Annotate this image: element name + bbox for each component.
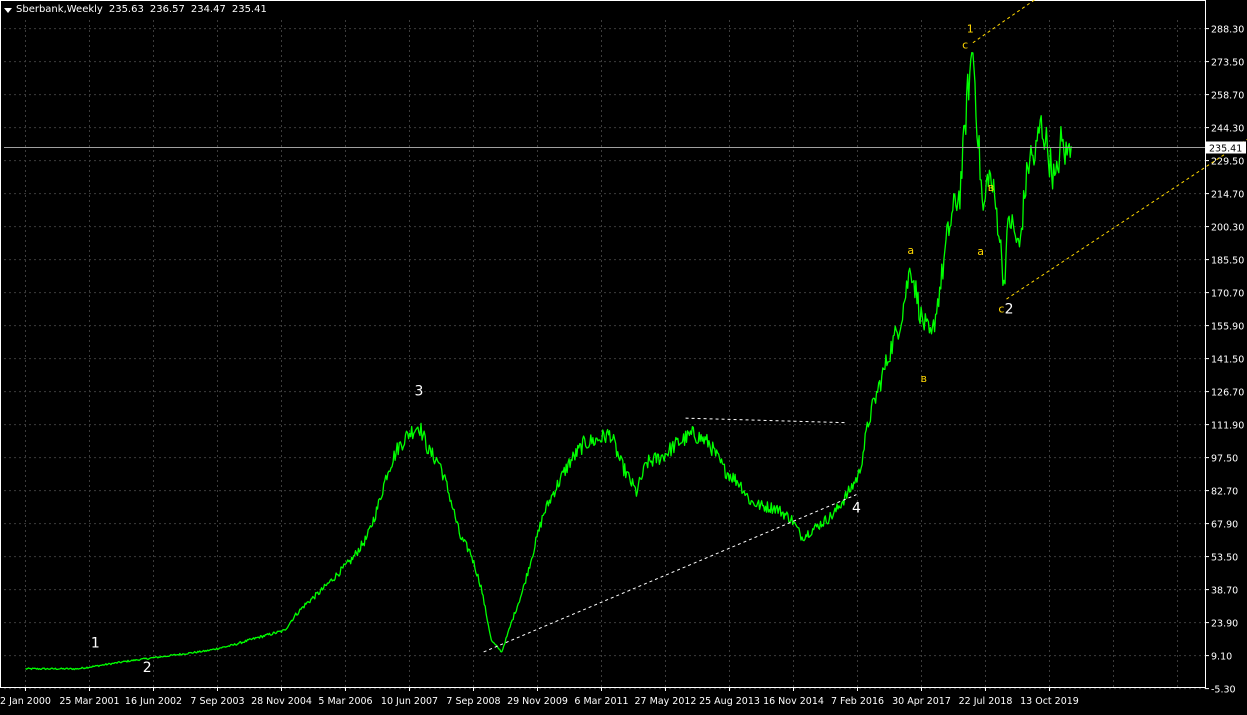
y-tick-label: 258.70 xyxy=(1211,91,1244,102)
wave-label: в xyxy=(920,372,926,385)
x-tick-label: 30 Apr 2017 xyxy=(892,696,951,707)
x-tick-label: 29 Nov 2009 xyxy=(507,696,568,707)
wave-label: 2 xyxy=(143,660,152,676)
y-tick-label: 244.30 xyxy=(1211,124,1244,135)
y-tick-label: 53.50 xyxy=(1211,553,1238,564)
y-tick-label: 214.70 xyxy=(1211,190,1244,201)
wave-label: c xyxy=(998,303,1004,316)
y-tick-label: 185.50 xyxy=(1211,256,1244,267)
open-value: 235.63 xyxy=(108,4,144,15)
x-tick-label: 7 Feb 2016 xyxy=(831,696,884,707)
x-tick-label: 13 Oct 2019 xyxy=(1020,696,1079,707)
x-tick-label: 10 Jun 2007 xyxy=(381,696,438,707)
x-tick-label: 25 Aug 2013 xyxy=(699,696,760,707)
wave-label: a xyxy=(977,245,984,258)
y-tick-label: 9.10 xyxy=(1211,652,1232,663)
y-tick-label: 111.90 xyxy=(1211,421,1244,432)
wave-label: в xyxy=(988,181,994,194)
x-tick-label: 16 Nov 2014 xyxy=(763,696,824,707)
symbol-timeframe: Sberbank,Weekly xyxy=(16,4,103,15)
y-tick-label: 273.50 xyxy=(1211,58,1244,69)
y-tick-label: 200.30 xyxy=(1211,223,1244,234)
x-tick-label: 27 May 2012 xyxy=(635,696,697,707)
y-tick-label: 38.70 xyxy=(1211,586,1238,597)
wave-label: 1 xyxy=(967,23,974,36)
wave-label: 2 xyxy=(1005,302,1014,318)
y-tick-label: 97.50 xyxy=(1211,454,1238,465)
y-tick-label: 23.90 xyxy=(1211,619,1238,630)
wave-label: 1 xyxy=(91,635,100,651)
wave-label: 3 xyxy=(414,384,423,400)
y-tick-label: -5.30 xyxy=(1211,685,1236,696)
y-tick-label: 170.70 xyxy=(1211,289,1244,300)
dropdown-triangle-icon[interactable] xyxy=(4,7,12,13)
wave-label: c xyxy=(962,38,968,51)
y-tick-label: 141.50 xyxy=(1211,355,1244,366)
x-tick-label: 22 Jul 2018 xyxy=(959,696,1013,707)
y-tick-label: 67.90 xyxy=(1211,520,1238,531)
y-tick-label: 82.70 xyxy=(1211,487,1238,498)
y-tick-label: 229.50 xyxy=(1211,157,1244,168)
x-tick-label: 7 Sep 2008 xyxy=(446,696,500,707)
chart-canvas[interactable]: 288.30 273.50 258.70 244.30 229.50 214.70 200.… xyxy=(0,0,1247,711)
chart-header: Sberbank,Weekly 235.63 236.57 234.47 235… xyxy=(4,3,267,17)
wave-label: 4 xyxy=(852,501,861,517)
wave-label: a xyxy=(907,244,914,257)
y-tick-label: 288.30 xyxy=(1211,25,1244,36)
y-tick-label: 155.90 xyxy=(1211,322,1244,333)
x-tick-label: 25 Mar 2001 xyxy=(59,696,119,707)
high-value: 236.57 xyxy=(149,4,185,15)
x-tick-label: 7 Sep 2003 xyxy=(190,696,244,707)
x-tick-label: 5 Mar 2006 xyxy=(318,696,372,707)
close-value: 235.41 xyxy=(231,4,267,15)
chart-background xyxy=(0,0,1247,711)
x-tick-label: 2 Jan 2000 xyxy=(0,696,51,707)
x-tick-label: 6 Mar 2011 xyxy=(574,696,628,707)
x-tick-label: 16 Jun 2002 xyxy=(125,696,182,707)
price-chart[interactable]: 288.30 273.50 258.70 244.30 229.50 214.70 200.… xyxy=(0,0,1247,711)
current-price-label: 235.41 xyxy=(1209,143,1242,154)
low-value: 234.47 xyxy=(190,4,226,15)
y-tick-label: 126.70 xyxy=(1211,388,1244,399)
x-tick-label: 28 Nov 2004 xyxy=(251,696,312,707)
